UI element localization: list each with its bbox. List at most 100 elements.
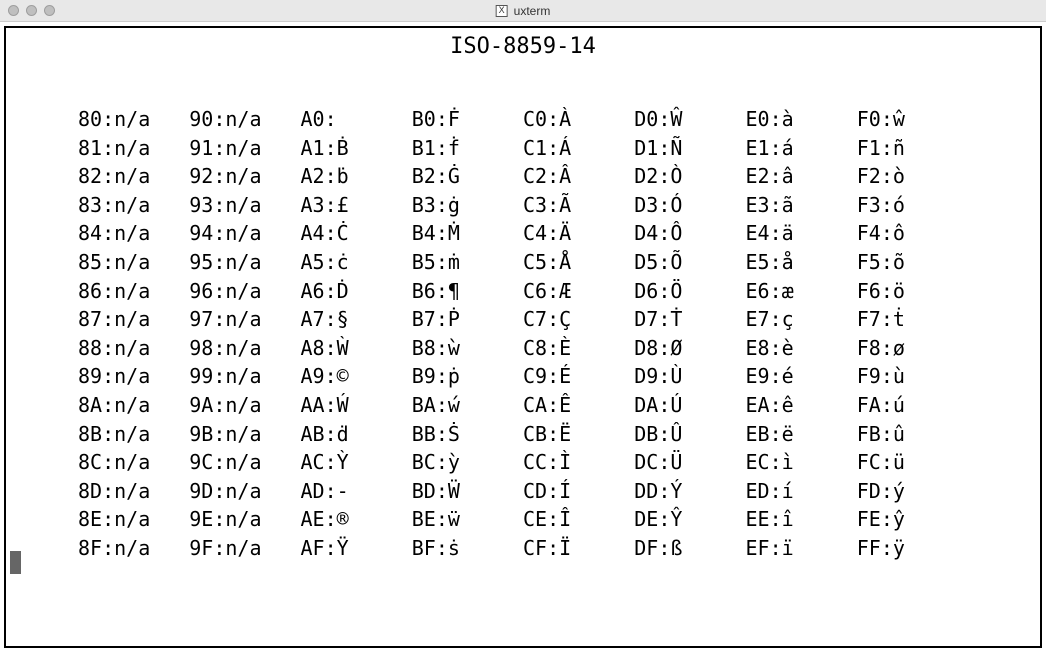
charset-cell: C1:Á	[523, 136, 634, 162]
charset-cell: F1:ñ	[857, 136, 968, 162]
charset-cell: 8F:n/a	[78, 536, 189, 562]
charset-cell: A0:	[301, 107, 412, 133]
charset-heading: ISO-8859-14	[6, 34, 1040, 59]
charset-cell: CB:Ë	[523, 422, 634, 448]
charset-cell: E1:á	[746, 136, 857, 162]
charset-cell: E4:ä	[746, 221, 857, 247]
charset-cell: BB:Ṡ	[412, 422, 523, 448]
charset-cell: B9:ṗ	[412, 364, 523, 390]
charset-cell: FC:ü	[857, 450, 968, 476]
charset-cell: 9B:n/a	[189, 422, 300, 448]
charset-cell: ED:í	[746, 479, 857, 505]
charset-cell: E9:é	[746, 364, 857, 390]
charset-cell: F9:ù	[857, 364, 968, 390]
charset-cell: 82:n/a	[78, 164, 189, 190]
charset-cell: 9D:n/a	[189, 479, 300, 505]
charset-cell: AE:®	[301, 507, 412, 533]
charset-cell: BC:ỳ	[412, 450, 523, 476]
charset-cell: 96:n/a	[189, 279, 300, 305]
charset-cell: D0:Ŵ	[634, 107, 745, 133]
charset-cell: AC:Ỳ	[301, 450, 412, 476]
charset-cell: 98:n/a	[189, 336, 300, 362]
charset-cell: AD:-	[301, 479, 412, 505]
charset-cell: EF:ï	[746, 536, 857, 562]
charset-cell: 87:n/a	[78, 307, 189, 333]
charset-cell: D6:Ö	[634, 279, 745, 305]
charset-cell: BD:Ẅ	[412, 479, 523, 505]
close-window-button[interactable]	[8, 5, 19, 16]
charset-cell: A3:£	[301, 193, 412, 219]
charset-cell: AB:ḋ	[301, 422, 412, 448]
charset-cell: 8C:n/a	[78, 450, 189, 476]
charset-cell: C9:É	[523, 364, 634, 390]
charset-cell: FE:ŷ	[857, 507, 968, 533]
minimize-window-button[interactable]	[26, 5, 37, 16]
charset-cell: BA:ẃ	[412, 393, 523, 419]
charset-cell: A5:ċ	[301, 250, 412, 276]
charset-cell: C7:Ç	[523, 307, 634, 333]
charset-cell: D9:Ù	[634, 364, 745, 390]
charset-cell: DB:Û	[634, 422, 745, 448]
charset-cell: D2:Ò	[634, 164, 745, 190]
charset-cell: D3:Ó	[634, 193, 745, 219]
charset-cell: A9:©	[301, 364, 412, 390]
charset-cell: DA:Ú	[634, 393, 745, 419]
charset-cell: D7:Ṫ	[634, 307, 745, 333]
terminal-frame: ISO-8859-14 80:n/a90:n/aA0: B0:ḞC0:ÀD0:Ŵ…	[0, 22, 1046, 652]
charset-cell: CF:Ï	[523, 536, 634, 562]
charset-cell: AF:Ÿ	[301, 536, 412, 562]
charset-cell: 9C:n/a	[189, 450, 300, 476]
charset-cell: 85:n/a	[78, 250, 189, 276]
charset-cell: 84:n/a	[78, 221, 189, 247]
charset-cell: FB:û	[857, 422, 968, 448]
charset-cell: FF:ÿ	[857, 536, 968, 562]
charset-cell: A6:Ḋ	[301, 279, 412, 305]
charset-cell: 99:n/a	[189, 364, 300, 390]
charset-cell: EE:î	[746, 507, 857, 533]
traffic-lights	[8, 5, 55, 16]
charset-cell: B2:Ġ	[412, 164, 523, 190]
charset-cell: 81:n/a	[78, 136, 189, 162]
charset-grid: 80:n/a90:n/aA0: B0:ḞC0:ÀD0:ŴE0:àF0:ŵ81:n…	[6, 107, 1040, 562]
charset-cell: C8:È	[523, 336, 634, 362]
charset-cell: DF:ß	[634, 536, 745, 562]
charset-cell: BE:ẅ	[412, 507, 523, 533]
charset-cell: D4:Ô	[634, 221, 745, 247]
charset-cell: F8:ø	[857, 336, 968, 362]
charset-cell: B3:ġ	[412, 193, 523, 219]
charset-cell: D5:Õ	[634, 250, 745, 276]
charset-cell: 88:n/a	[78, 336, 189, 362]
charset-cell: F0:ŵ	[857, 107, 968, 133]
charset-cell: C6:Æ	[523, 279, 634, 305]
charset-cell: 86:n/a	[78, 279, 189, 305]
zoom-window-button[interactable]	[44, 5, 55, 16]
charset-cell: F2:ò	[857, 164, 968, 190]
charset-cell: E6:æ	[746, 279, 857, 305]
charset-cell: 95:n/a	[189, 250, 300, 276]
charset-cell: 9A:n/a	[189, 393, 300, 419]
charset-cell: D1:Ñ	[634, 136, 745, 162]
charset-cell: E3:ã	[746, 193, 857, 219]
charset-cell: 93:n/a	[189, 193, 300, 219]
charset-cell: BF:ṡ	[412, 536, 523, 562]
x11-icon: X	[496, 5, 508, 17]
terminal-viewport[interactable]: ISO-8859-14 80:n/a90:n/aA0: B0:ḞC0:ÀD0:Ŵ…	[4, 26, 1042, 648]
charset-cell: C2:Â	[523, 164, 634, 190]
charset-cell: E7:ç	[746, 307, 857, 333]
charset-cell: DE:Ŷ	[634, 507, 745, 533]
charset-cell: B7:Ṗ	[412, 307, 523, 333]
charset-cell: 8E:n/a	[78, 507, 189, 533]
charset-cell: F3:ó	[857, 193, 968, 219]
charset-cell: B6:¶	[412, 279, 523, 305]
charset-cell: CD:Í	[523, 479, 634, 505]
charset-cell: B4:Ṁ	[412, 221, 523, 247]
charset-cell: B8:ẁ	[412, 336, 523, 362]
charset-cell: 91:n/a	[189, 136, 300, 162]
charset-cell: 9E:n/a	[189, 507, 300, 533]
window-titlebar: X uxterm	[0, 0, 1046, 22]
charset-cell: E8:è	[746, 336, 857, 362]
charset-cell: E5:å	[746, 250, 857, 276]
charset-cell: 8A:n/a	[78, 393, 189, 419]
charset-cell: E0:à	[746, 107, 857, 133]
charset-cell: FD:ý	[857, 479, 968, 505]
